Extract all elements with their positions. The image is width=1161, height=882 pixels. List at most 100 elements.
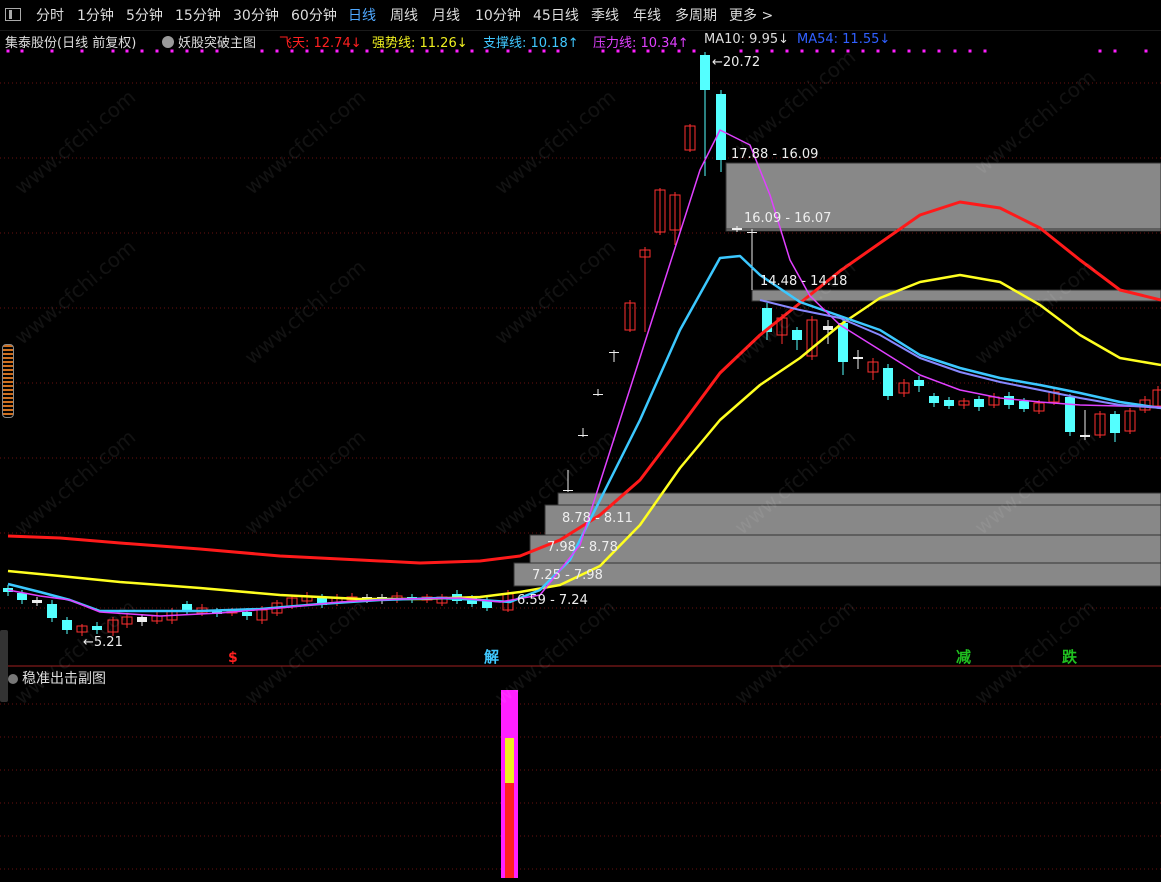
candle-body [32, 600, 42, 603]
candle-body [1004, 396, 1014, 405]
signal-dot [953, 49, 957, 53]
signal-dot [111, 49, 115, 53]
candle-body [1152, 389, 1161, 407]
period-tab-weekly[interactable]: 周线 [390, 5, 418, 25]
signal-dot [440, 49, 444, 53]
signal-dot [290, 49, 294, 53]
candle-body [914, 380, 924, 386]
signal-dot [983, 49, 987, 53]
support-zone [557, 492, 1161, 507]
candle-body [747, 232, 757, 233]
chevron-down-icon [162, 36, 174, 48]
subchart-menu-icon[interactable] [8, 674, 18, 684]
support-zone [725, 228, 1161, 232]
candle-body [853, 357, 863, 359]
candle-body [823, 326, 833, 330]
subchart-bar-inner [505, 783, 514, 878]
candle-body [609, 352, 619, 353]
signal-dot [1113, 49, 1117, 53]
signal-jian: 减 [956, 648, 971, 666]
candle-body [17, 593, 27, 600]
signal-dot [831, 49, 835, 53]
signal-dot [155, 49, 159, 53]
zone-label: 16.09 - 16.07 [744, 211, 831, 226]
signal-dot [876, 49, 880, 53]
candle-body [974, 399, 984, 407]
candle-body [1080, 435, 1090, 437]
candle-body [792, 330, 802, 340]
high-price-value: 20.72 [723, 55, 760, 70]
signal-dot [410, 49, 414, 53]
signal-dot [506, 49, 510, 53]
signal-dot [677, 49, 681, 53]
signal-dot [542, 49, 546, 53]
panel-toggle-icon[interactable] [5, 8, 21, 21]
candle-body [929, 396, 939, 403]
signal-dot [335, 49, 339, 53]
indicator-info-bar: 集泰股份(日线 前复权) 妖股突破主图 飞天: 12.74↓ 强势线: 11.2… [0, 30, 1161, 51]
line-value-ma10: MA10: 9.95↓ [704, 32, 790, 47]
signal-dot [140, 49, 144, 53]
low-price-mark: ←5.21 [83, 635, 123, 650]
zone-label: 8.78 - 8.11 [562, 511, 633, 526]
candle-body [1065, 397, 1075, 432]
period-tab-multi[interactable]: 多周期 [675, 5, 717, 25]
period-tab-fenshi[interactable]: 分时 [36, 5, 64, 25]
period-tab-60min[interactable]: 60分钟 [291, 5, 337, 25]
period-tab-daily[interactable]: 日线 [348, 5, 376, 25]
candle-body [732, 228, 742, 230]
signal-dot [632, 49, 636, 53]
period-tab-5min[interactable]: 5分钟 [126, 5, 163, 25]
signal-dot [320, 49, 324, 53]
signal-dot [661, 49, 665, 53]
signal-dot [260, 49, 264, 53]
zone-label: 7.25 - 7.98 [532, 568, 603, 583]
period-tab-more[interactable]: 更多 > [729, 5, 773, 25]
period-tab-30min[interactable]: 30分钟 [233, 5, 279, 25]
panel-resize-handle[interactable] [0, 630, 8, 702]
period-tab-monthly[interactable]: 月线 [432, 5, 460, 25]
signal-dot [892, 49, 896, 53]
candlestick-chart[interactable]: 17.88 - 16.09 16.09 - 16.07 14.48 - 14.1… [0, 48, 1161, 882]
signal-dot [692, 49, 696, 53]
signal-dot [275, 49, 279, 53]
candle-body [944, 400, 954, 406]
scroll-handle[interactable] [2, 344, 14, 418]
candle-body [1019, 401, 1029, 409]
candle-body [883, 368, 893, 396]
signal-dot [200, 49, 204, 53]
period-tab-10min[interactable]: 10分钟 [475, 5, 521, 25]
signal-die: 跌 [1062, 648, 1078, 666]
period-tab-yearly[interactable]: 年线 [633, 5, 661, 25]
signal-dot [395, 49, 399, 53]
signal-dot [616, 49, 620, 53]
subchart-header: 稳准出击副图 [8, 668, 106, 688]
signal-dot [1144, 49, 1148, 53]
signal-dot [380, 49, 384, 53]
signal-dot [937, 49, 941, 53]
period-tab-45day[interactable]: 45日线 [533, 5, 579, 25]
signal-dot [770, 49, 774, 53]
signal-dot [739, 49, 743, 53]
candle-body [700, 55, 710, 90]
candle-body [1110, 414, 1120, 433]
signal-dot [125, 49, 129, 53]
signal-dot [170, 49, 174, 53]
signal-dot [455, 49, 459, 53]
signal-dot [305, 49, 309, 53]
period-tab-15min[interactable]: 15分钟 [175, 5, 221, 25]
candle-body [137, 617, 147, 622]
signal-dot [20, 49, 24, 53]
ma-line [759, 299, 1161, 409]
signal-dot [646, 49, 650, 53]
signal-dot [425, 49, 429, 53]
signal-dot [215, 49, 219, 53]
period-tab-quarter[interactable]: 季线 [591, 5, 619, 25]
signal-dot [800, 49, 804, 53]
support-zone [544, 504, 1161, 536]
signal-dot [485, 49, 489, 53]
period-tab-1min[interactable]: 1分钟 [77, 5, 114, 25]
signal-dot [846, 49, 850, 53]
support-zone [513, 562, 1161, 587]
candle-body [62, 620, 72, 630]
